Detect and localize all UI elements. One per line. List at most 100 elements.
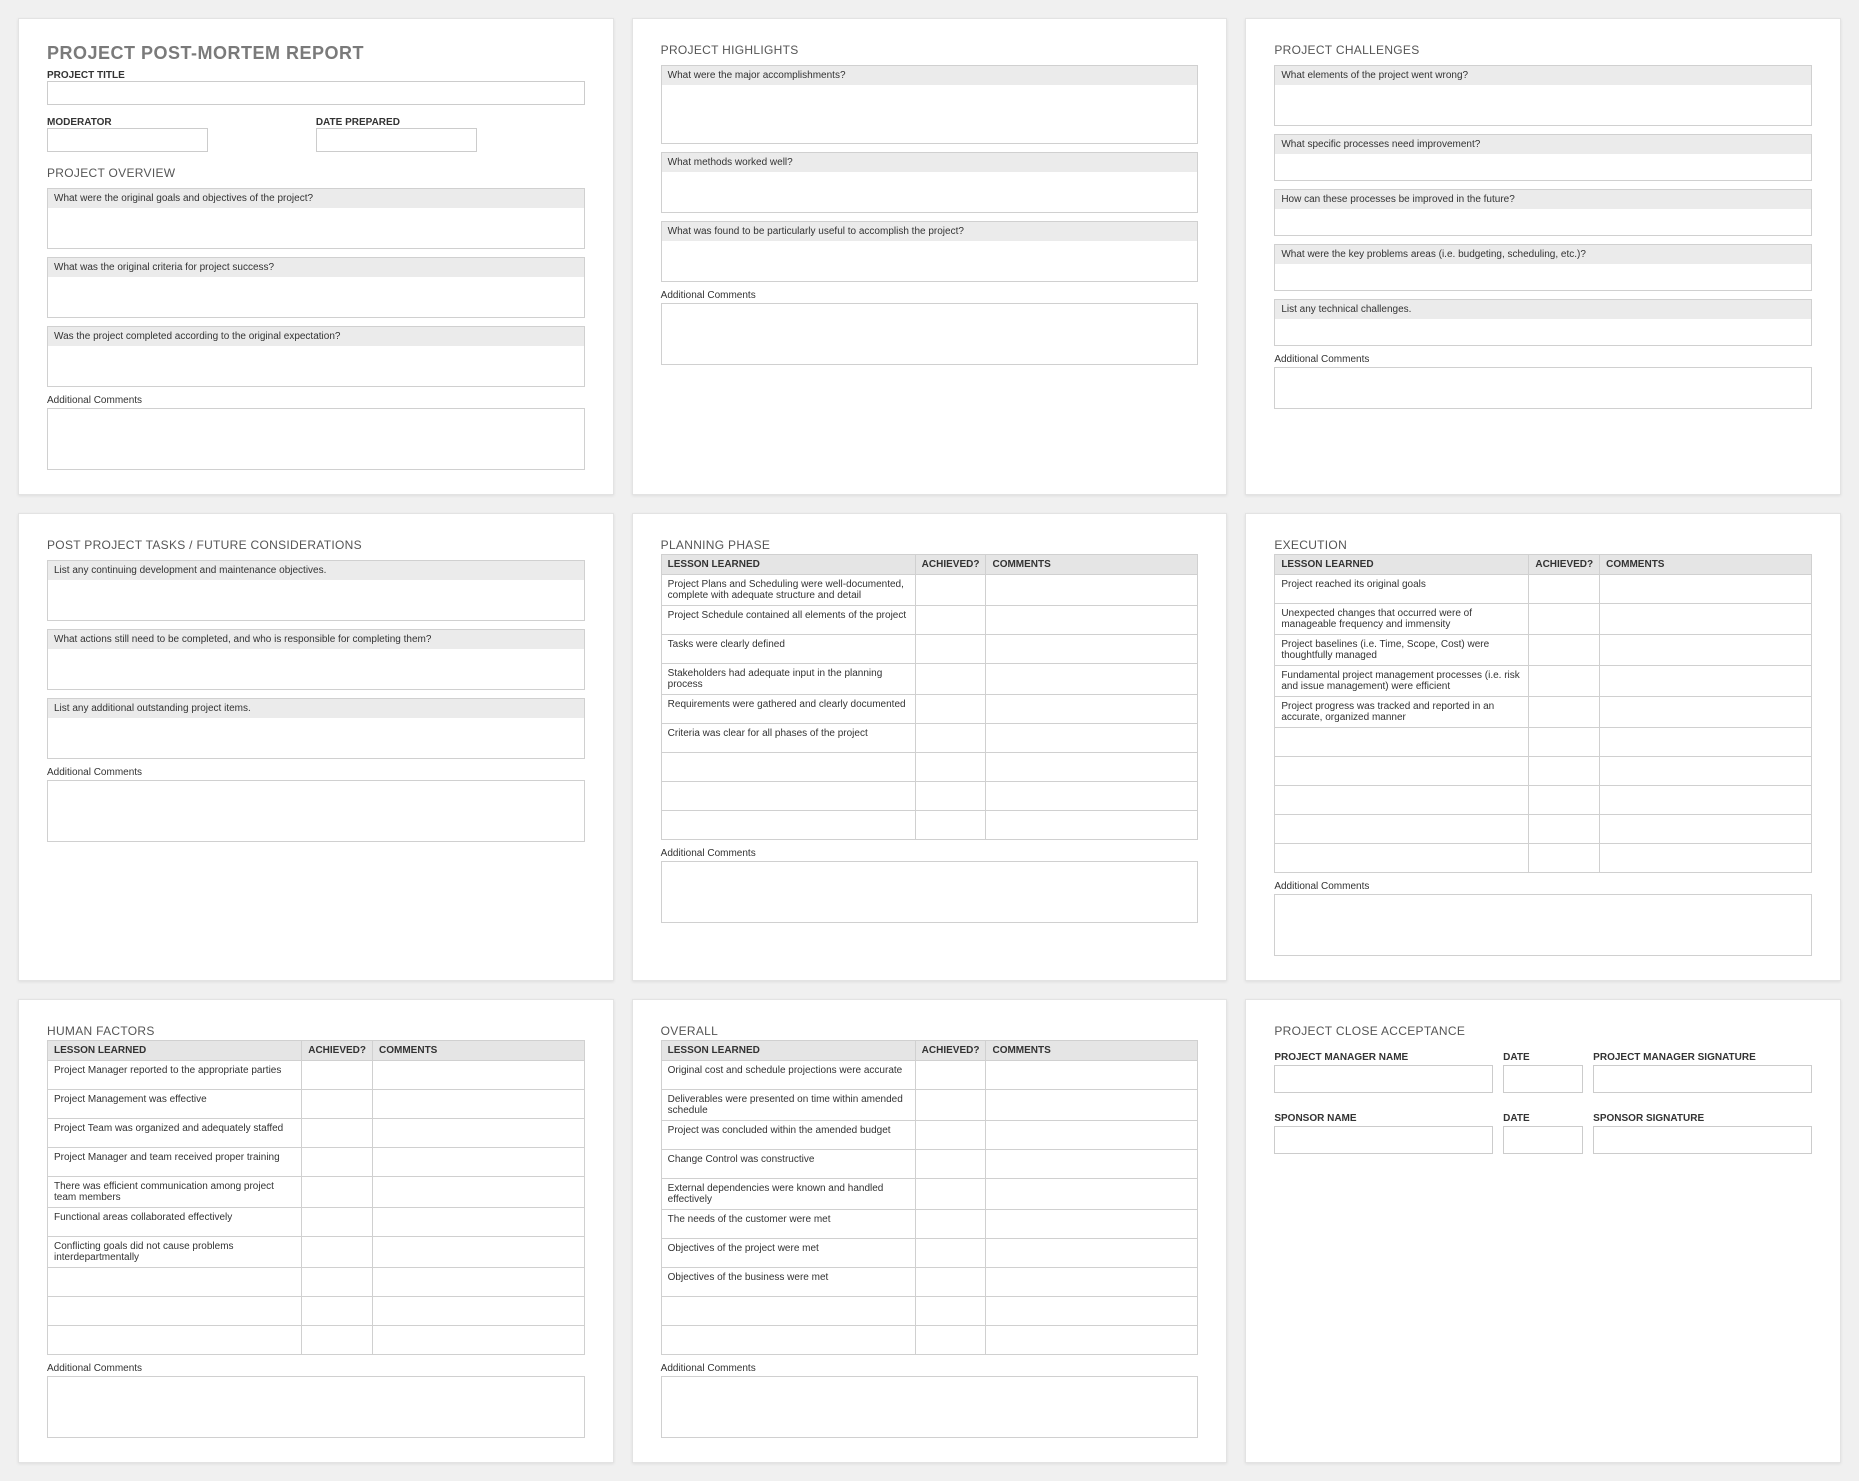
- achieved-cell[interactable]: [915, 1179, 986, 1210]
- achieved-cell[interactable]: [915, 635, 986, 664]
- challenges-q3-body[interactable]: [1275, 209, 1811, 235]
- comments-cell[interactable]: [986, 1210, 1198, 1239]
- human-comments-box[interactable]: [47, 1376, 585, 1438]
- project-title-input[interactable]: [47, 81, 585, 105]
- achieved-cell[interactable]: [1529, 604, 1600, 635]
- comments-cell[interactable]: [986, 1179, 1198, 1210]
- challenges-q2-body[interactable]: [1275, 154, 1811, 180]
- achieved-cell[interactable]: [1529, 635, 1600, 666]
- comments-cell[interactable]: [986, 1239, 1198, 1268]
- comments-cell[interactable]: [1600, 844, 1812, 873]
- planning-comments-box[interactable]: [661, 861, 1199, 923]
- achieved-cell[interactable]: [915, 575, 986, 606]
- comments-cell[interactable]: [986, 635, 1198, 664]
- achieved-cell[interactable]: [1529, 697, 1600, 728]
- achieved-cell[interactable]: [915, 695, 986, 724]
- comments-cell[interactable]: [986, 575, 1198, 606]
- postproject-comments-box[interactable]: [47, 780, 585, 842]
- overview-q2-body[interactable]: [48, 277, 584, 317]
- sponsor-name-input[interactable]: [1274, 1126, 1493, 1154]
- overview-q3-body[interactable]: [48, 346, 584, 386]
- comments-cell[interactable]: [986, 695, 1198, 724]
- comments-cell[interactable]: [986, 753, 1198, 782]
- challenges-q4-body[interactable]: [1275, 264, 1811, 290]
- postproject-q1-body[interactable]: [48, 580, 584, 620]
- achieved-cell[interactable]: [302, 1090, 373, 1119]
- achieved-cell[interactable]: [302, 1061, 373, 1090]
- achieved-cell[interactable]: [915, 664, 986, 695]
- highlights-q3-body[interactable]: [662, 241, 1198, 281]
- comments-cell[interactable]: [1600, 666, 1812, 697]
- comments-cell[interactable]: [986, 606, 1198, 635]
- comments-cell[interactable]: [1600, 604, 1812, 635]
- achieved-cell[interactable]: [302, 1119, 373, 1148]
- achieved-cell[interactable]: [1529, 757, 1600, 786]
- achieved-cell[interactable]: [915, 782, 986, 811]
- comments-cell[interactable]: [986, 1090, 1198, 1121]
- comments-cell[interactable]: [373, 1326, 585, 1355]
- comments-cell[interactable]: [373, 1297, 585, 1326]
- postproject-q2-body[interactable]: [48, 649, 584, 689]
- comments-cell[interactable]: [373, 1119, 585, 1148]
- pm-date-input[interactable]: [1503, 1065, 1583, 1093]
- comments-cell[interactable]: [986, 1326, 1198, 1355]
- achieved-cell[interactable]: [1529, 786, 1600, 815]
- achieved-cell[interactable]: [1529, 666, 1600, 697]
- comments-cell[interactable]: [1600, 786, 1812, 815]
- achieved-cell[interactable]: [915, 724, 986, 753]
- achieved-cell[interactable]: [915, 1061, 986, 1090]
- achieved-cell[interactable]: [302, 1148, 373, 1177]
- achieved-cell[interactable]: [915, 1268, 986, 1297]
- pm-name-input[interactable]: [1274, 1065, 1493, 1093]
- date-prepared-input[interactable]: [316, 128, 477, 152]
- challenges-q1-body[interactable]: [1275, 85, 1811, 125]
- comments-cell[interactable]: [373, 1148, 585, 1177]
- comments-cell[interactable]: [373, 1268, 585, 1297]
- achieved-cell[interactable]: [1529, 575, 1600, 604]
- comments-cell[interactable]: [1600, 815, 1812, 844]
- comments-cell[interactable]: [1600, 757, 1812, 786]
- achieved-cell[interactable]: [1529, 815, 1600, 844]
- comments-cell[interactable]: [373, 1061, 585, 1090]
- achieved-cell[interactable]: [302, 1326, 373, 1355]
- comments-cell[interactable]: [373, 1208, 585, 1237]
- achieved-cell[interactable]: [915, 1210, 986, 1239]
- comments-cell[interactable]: [1600, 697, 1812, 728]
- execution-comments-box[interactable]: [1274, 894, 1812, 956]
- sponsor-date-input[interactable]: [1503, 1126, 1583, 1154]
- comments-cell[interactable]: [986, 724, 1198, 753]
- overall-comments-box[interactable]: [661, 1376, 1199, 1438]
- achieved-cell[interactable]: [915, 1150, 986, 1179]
- achieved-cell[interactable]: [1529, 844, 1600, 873]
- comments-cell[interactable]: [986, 782, 1198, 811]
- comments-cell[interactable]: [1600, 728, 1812, 757]
- comments-cell[interactable]: [373, 1177, 585, 1208]
- moderator-input[interactable]: [47, 128, 208, 152]
- comments-cell[interactable]: [986, 1121, 1198, 1150]
- comments-cell[interactable]: [986, 1150, 1198, 1179]
- highlights-comments-box[interactable]: [661, 303, 1199, 365]
- achieved-cell[interactable]: [915, 1297, 986, 1326]
- achieved-cell[interactable]: [915, 753, 986, 782]
- comments-cell[interactable]: [986, 1268, 1198, 1297]
- achieved-cell[interactable]: [915, 1239, 986, 1268]
- achieved-cell[interactable]: [302, 1208, 373, 1237]
- highlights-q2-body[interactable]: [662, 172, 1198, 212]
- sponsor-sig-input[interactable]: [1593, 1126, 1812, 1154]
- overview-q1-body[interactable]: [48, 208, 584, 248]
- achieved-cell[interactable]: [302, 1237, 373, 1268]
- achieved-cell[interactable]: [915, 1326, 986, 1355]
- achieved-cell[interactable]: [302, 1177, 373, 1208]
- challenges-comments-box[interactable]: [1274, 367, 1812, 409]
- comments-cell[interactable]: [986, 1061, 1198, 1090]
- challenges-q5-body[interactable]: [1275, 319, 1811, 345]
- achieved-cell[interactable]: [915, 811, 986, 840]
- comments-cell[interactable]: [373, 1090, 585, 1119]
- achieved-cell[interactable]: [1529, 728, 1600, 757]
- overview-comments-box[interactable]: [47, 408, 585, 470]
- postproject-q3-body[interactable]: [48, 718, 584, 758]
- pm-sig-input[interactable]: [1593, 1065, 1812, 1093]
- comments-cell[interactable]: [1600, 635, 1812, 666]
- achieved-cell[interactable]: [915, 1121, 986, 1150]
- highlights-q1-body[interactable]: [662, 85, 1198, 143]
